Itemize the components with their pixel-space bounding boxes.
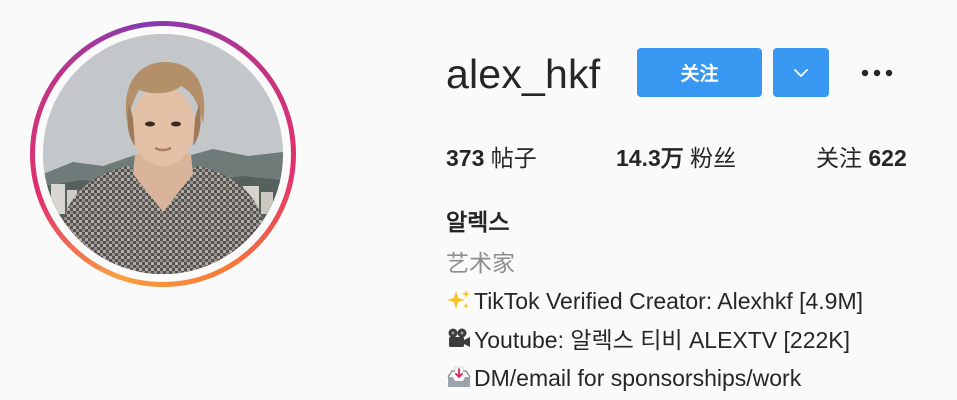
full-name: 알렉스 [446,209,510,235]
movie-camera-icon [448,328,470,347]
following-stat[interactable]: 关注 622 [816,142,907,174]
bio-line-contact: DM/email for sponsorships/work [446,362,801,394]
sparkles-icon [447,290,470,309]
more-options-button[interactable] [858,58,896,88]
category-label: 艺术家 [446,250,515,276]
avatar-photo [43,34,283,274]
follow-button[interactable]: 关注 [637,48,762,97]
story-ring[interactable] [30,21,296,287]
username: alex_hkf [446,51,601,97]
posts-stat: 373 帖子 [446,142,537,174]
suggested-accounts-dropdown-button[interactable] [773,48,829,97]
followers-stat[interactable]: 14.3万 粉丝 [616,142,736,174]
avatar[interactable] [43,34,283,274]
bio-text-contact: DM/email for sponsorships/work [474,365,802,391]
bio-text-youtube: Youtube: 알렉스 티비 ALEXTV [222K] [474,327,851,353]
inbox-tray-icon [447,366,471,387]
followers-count: 14.3万 [616,145,684,171]
more-options-icon [861,69,893,77]
followers-label: 粉丝 [690,145,737,171]
posts-label: 帖子 [490,145,537,171]
bio-line-tiktok: TikTok Verified Creator: Alexhkf [4.9M] [446,285,863,317]
following-label: 关注 [816,145,862,171]
following-count: 622 [868,145,907,171]
bio-line-youtube: Youtube: 알렉스 티비 ALEXTV [222K] [446,324,850,356]
chevron-down-icon [794,68,808,77]
bio-text-tiktok: TikTok Verified Creator: Alexhkf [4.9M] [474,288,864,314]
posts-count: 373 [446,145,485,171]
